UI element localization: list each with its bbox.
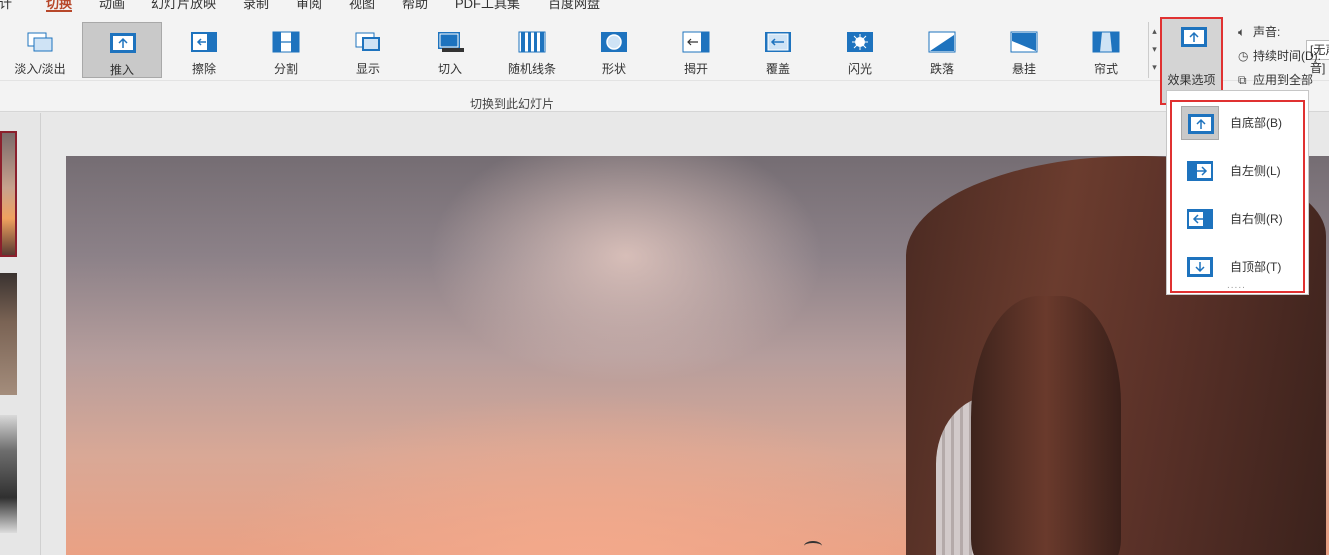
effect-from-bottom[interactable]: 自底部(B): [1178, 104, 1301, 144]
option-icon-frame: [1181, 250, 1219, 284]
uncover-icon: [682, 31, 710, 53]
transition-reveal[interactable]: 显示: [328, 22, 408, 78]
photo-hair-front: [971, 296, 1121, 555]
from-right-icon: [1187, 209, 1213, 229]
from-bottom-icon: [1181, 27, 1207, 47]
transition-split[interactable]: 分割: [246, 22, 326, 78]
option-label: 自左侧(L): [1230, 164, 1281, 178]
transition-label: 揭开: [683, 62, 708, 76]
transition-label: 帘式: [1093, 62, 1118, 76]
transition-shape[interactable]: 形状: [574, 22, 654, 78]
slide-thumbnail-panel: [0, 113, 41, 555]
transition-fade[interactable]: 淡入/淡出: [0, 22, 80, 78]
dropdown-resize-handle[interactable]: .....: [1227, 280, 1246, 291]
menu-bar: 设计 切换 动画 幻灯片放映 录制 审阅 视图 帮助 PDF工具集 百度网盘: [0, 0, 1329, 20]
tab-record[interactable]: 录制: [243, 0, 269, 12]
gallery-more-icon[interactable]: ▾: [1149, 58, 1160, 76]
cover-icon: [765, 32, 791, 52]
group-label: 切换到此幻灯片: [470, 97, 555, 111]
duration-label: 持续时间(D):: [1253, 49, 1321, 63]
apply-all-button[interactable]: ⧉ 应用到全部: [1238, 71, 1313, 88]
effect-options-list: 自底部(B) 自左侧(L) 自右侧(R) 自顶部(T): [1170, 100, 1305, 293]
random-bars-icon: [518, 31, 546, 53]
curtains-icon: [1092, 31, 1120, 53]
tab-baidu-netdisk[interactable]: 百度网盘: [548, 0, 600, 12]
from-left-icon: [1187, 161, 1213, 181]
option-label: 自底部(B): [1230, 116, 1282, 130]
shape-icon: [601, 32, 627, 52]
tab-design[interactable]: 设计: [0, 0, 12, 12]
transition-label: 切入: [437, 62, 462, 76]
option-label: 自顶部(T): [1230, 260, 1282, 274]
photo-bird: [804, 541, 822, 551]
transition-label: 推入: [109, 63, 134, 77]
transition-label: 随机线条: [507, 62, 556, 76]
tab-help[interactable]: 帮助: [402, 0, 428, 12]
apply-all-icon: ⧉: [1238, 73, 1247, 87]
cut-icon: [438, 32, 464, 52]
transition-push[interactable]: 推入: [82, 22, 162, 78]
tab-transitions[interactable]: 切换: [46, 0, 73, 12]
effect-from-right[interactable]: 自右侧(R): [1178, 200, 1301, 240]
wipe-icon: [191, 32, 217, 52]
duration-option: ◷ 持续时间(D):: [1238, 47, 1321, 64]
tab-animations[interactable]: 动画: [99, 0, 125, 12]
scroll-down-icon[interactable]: ▾: [1149, 40, 1160, 58]
push-icon: [110, 33, 136, 53]
transition-random-bars[interactable]: 随机线条: [492, 22, 572, 78]
split-icon: [272, 31, 300, 53]
tab-review[interactable]: 审阅: [296, 0, 322, 12]
transition-flash[interactable]: 闪光: [820, 22, 900, 78]
effect-from-left[interactable]: 自左侧(L): [1178, 152, 1301, 192]
option-icon-frame: [1181, 106, 1219, 140]
apply-all-label: 应用到全部: [1253, 73, 1314, 87]
transition-drape[interactable]: 悬挂: [984, 22, 1064, 78]
transition-label: 跌落: [929, 62, 954, 76]
slide-thumbnail-1[interactable]: [0, 131, 17, 257]
from-top-icon: [1187, 257, 1213, 277]
transition-label: 形状: [601, 62, 626, 76]
transition-label: 淡入/淡出: [14, 62, 66, 76]
transition-fall-over[interactable]: 跌落: [902, 22, 982, 78]
slide-thumbnail-3[interactable]: [0, 415, 17, 533]
transition-label: 闪光: [847, 62, 872, 76]
ribbon-transitions: 淡入/淡出 推入 擦除 分割 显示 切入 随机线条 形状 揭开 覆盖 闪光 跌落…: [0, 17, 1329, 112]
sound-label: 声音:: [1253, 25, 1281, 39]
tab-pdf-tools[interactable]: PDF工具集: [455, 0, 520, 12]
slide-thumbnail-2[interactable]: [0, 273, 17, 395]
clock-icon: ◷: [1238, 49, 1249, 63]
drape-icon: [1010, 31, 1038, 53]
transition-label: 显示: [355, 62, 380, 76]
transition-cover[interactable]: 覆盖: [738, 22, 818, 78]
transition-label: 擦除: [191, 62, 216, 76]
ribbon-divider: [0, 80, 1329, 81]
transition-label: 覆盖: [765, 62, 790, 76]
fade-icon: [27, 32, 53, 52]
transition-label: 悬挂: [1011, 62, 1036, 76]
transition-cut[interactable]: 切入: [410, 22, 490, 78]
from-bottom-icon: [1188, 114, 1214, 134]
option-icon-frame: [1181, 202, 1219, 236]
speaker-icon: 🔈︎: [1238, 25, 1246, 39]
fall-over-icon: [928, 31, 956, 53]
sound-option[interactable]: 🔈︎ 声音:: [1238, 23, 1280, 40]
transition-curtains[interactable]: 帘式: [1066, 22, 1146, 78]
reveal-icon: [355, 32, 380, 51]
option-label: 自右侧(R): [1230, 212, 1283, 226]
flash-icon: [847, 32, 873, 52]
gallery-scroll[interactable]: ▴ ▾ ▾: [1148, 22, 1160, 78]
slide-canvas[interactable]: [66, 156, 1329, 555]
option-icon-frame: [1181, 154, 1219, 188]
transition-uncover[interactable]: 揭开: [656, 22, 736, 78]
scroll-up-icon[interactable]: ▴: [1149, 22, 1160, 40]
tab-slideshow[interactable]: 幻灯片放映: [151, 0, 216, 12]
transition-label: 分割: [273, 62, 298, 76]
powerpoint-window: 设计 切换 动画 幻灯片放映 录制 审阅 视图 帮助 PDF工具集 百度网盘 淡…: [0, 0, 1329, 555]
transition-wipe[interactable]: 擦除: [164, 22, 244, 78]
tab-view[interactable]: 视图: [349, 0, 375, 12]
